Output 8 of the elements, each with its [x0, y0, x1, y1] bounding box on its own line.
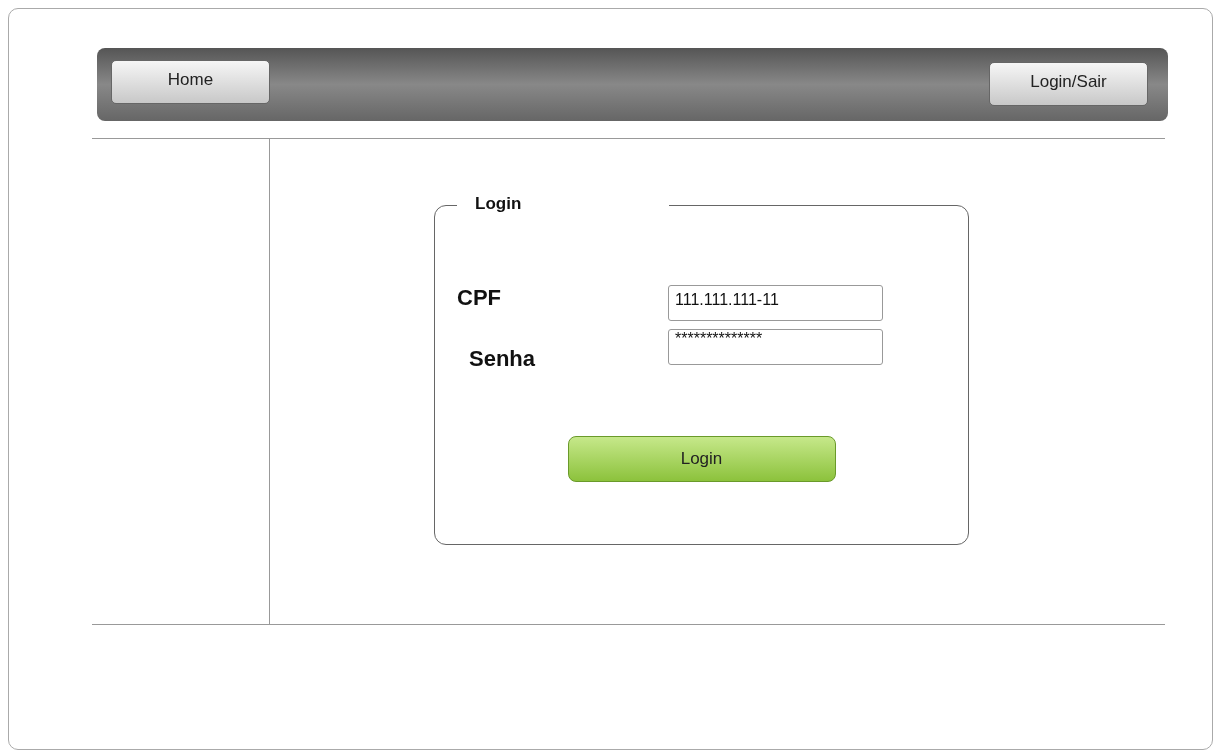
nav-button[interactable]: Home — [111, 60, 270, 104]
login-button[interactable]: Login — [567, 436, 836, 482]
field-label: Senha — [469, 346, 537, 372]
input-field[interactable]: ************** — [668, 329, 883, 365]
field-label: CPF — [457, 285, 502, 311]
nav-button[interactable]: Login/Sair — [989, 62, 1148, 106]
panel-title: Login — [457, 194, 669, 214]
input-field[interactable]: 111.111.111-11 — [668, 285, 883, 321]
